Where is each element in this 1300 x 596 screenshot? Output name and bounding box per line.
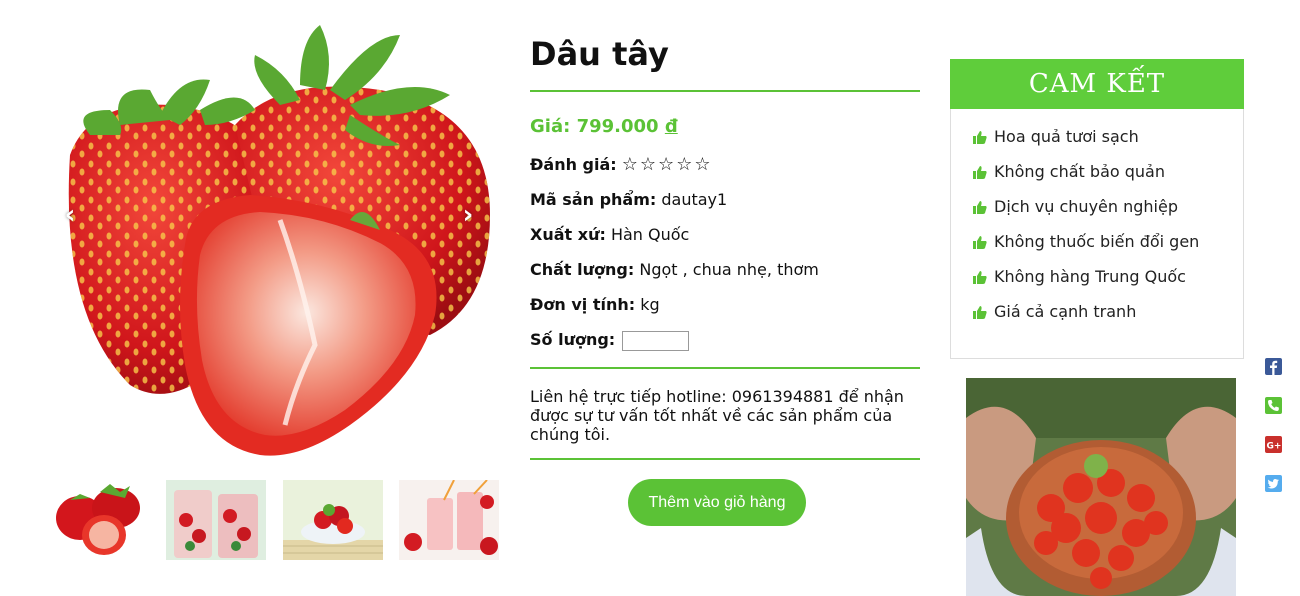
thumbs-up-icon bbox=[973, 166, 987, 179]
carousel-next-button[interactable]: › bbox=[453, 200, 483, 230]
thumbnail-strawberry-drink-cups[interactable] bbox=[166, 480, 266, 560]
commitment-text: Dịch vụ chuyên nghiệp bbox=[994, 197, 1178, 216]
unit-label: Đơn vị tính: bbox=[530, 295, 636, 314]
price-value: 799.000 bbox=[576, 116, 659, 137]
commitment-text: Không thuốc biến đổi gen bbox=[994, 232, 1200, 251]
rating-stars[interactable]: ☆☆☆☆☆ bbox=[622, 154, 713, 175]
quantity-label: Số lượng: bbox=[530, 330, 616, 349]
price-currency: đ bbox=[664, 116, 678, 137]
commitment-text: Giá cả cạnh tranh bbox=[994, 302, 1137, 321]
divider bbox=[530, 90, 920, 92]
origin-value: Hàn Quốc bbox=[610, 225, 690, 244]
phone-icon[interactable] bbox=[1265, 397, 1282, 414]
commitment-text: Không hàng Trung Quốc bbox=[994, 267, 1186, 286]
contact-text: Liên hệ trực tiếp hotline: 0961394881 để… bbox=[530, 387, 904, 444]
commitment-list: Hoa quả tươi sạch Không chất bảo quản Dị… bbox=[951, 109, 1243, 337]
thumbs-up-icon bbox=[973, 306, 987, 319]
strawberry-image bbox=[50, 15, 500, 465]
commitment-box: CAM KẾT Hoa quả tươi sạch Không chất bảo… bbox=[950, 59, 1244, 359]
unit-value: kg bbox=[640, 295, 660, 314]
facebook-icon[interactable] bbox=[1265, 358, 1282, 375]
commitment-text: Không chất bảo quản bbox=[994, 162, 1165, 181]
carousel-prev-button[interactable]: ‹ bbox=[55, 200, 85, 230]
tomato-bowl-image bbox=[966, 378, 1236, 596]
thumbnail-strawberry-smoothie[interactable] bbox=[399, 480, 499, 560]
sku-label: Mã sản phẩm: bbox=[530, 190, 657, 209]
quality-row: Chất lượng: Ngọt , chua nhẹ, thơm bbox=[530, 259, 920, 281]
rating-row: Đánh giá: ☆☆☆☆☆ bbox=[530, 154, 920, 176]
add-to-cart-button[interactable]: Thêm vào giỏ hàng bbox=[628, 479, 806, 526]
list-item: Không thuốc biến đổi gen bbox=[973, 232, 1243, 267]
thumbs-up-icon bbox=[973, 131, 987, 144]
thumbnail-strip bbox=[50, 480, 500, 560]
commitment-title: CAM KẾT bbox=[950, 59, 1244, 109]
tomato-bowl-banner[interactable] bbox=[966, 378, 1236, 596]
twitter-icon[interactable] bbox=[1265, 475, 1282, 492]
sku-value: dautay1 bbox=[661, 190, 728, 209]
google-plus-icon[interactable]: G+ bbox=[1265, 436, 1282, 453]
divider bbox=[530, 458, 920, 460]
thumbnail-strawberry-halves[interactable] bbox=[50, 480, 150, 560]
origin-row: Xuất xứ: Hàn Quốc bbox=[530, 224, 920, 246]
product-info: Dâu tây Giá: 799.000 đ Đánh giá: ☆☆☆☆☆ M… bbox=[530, 30, 920, 460]
product-price: Giá: 799.000 đ bbox=[530, 116, 920, 138]
quantity-input[interactable] bbox=[622, 330, 690, 351]
origin-label: Xuất xứ: bbox=[530, 225, 606, 244]
svg-text:G+: G+ bbox=[1267, 442, 1282, 452]
product-title: Dâu tây bbox=[530, 35, 669, 73]
main-product-image: ‹ › bbox=[50, 15, 500, 465]
thumbs-up-icon bbox=[973, 236, 987, 249]
list-item: Không chất bảo quản bbox=[973, 162, 1243, 197]
unit-row: Đơn vị tính: kg bbox=[530, 294, 920, 316]
price-label: Giá: bbox=[530, 116, 571, 137]
quality-value: Ngọt , chua nhẹ, thơm bbox=[639, 260, 819, 279]
commitment-text: Hoa quả tươi sạch bbox=[994, 127, 1139, 146]
thumbs-up-icon bbox=[973, 201, 987, 214]
divider bbox=[530, 367, 920, 369]
list-item: Hoa quả tươi sạch bbox=[973, 127, 1243, 162]
rating-label: Đánh giá: bbox=[530, 155, 617, 174]
sku-row: Mã sản phẩm: dautay1 bbox=[530, 189, 920, 211]
list-item: Dịch vụ chuyên nghiệp bbox=[973, 197, 1243, 232]
thumbs-up-icon bbox=[973, 271, 987, 284]
thumbnail-strawberry-bowl[interactable] bbox=[283, 480, 383, 560]
quantity-row: Số lượng: bbox=[530, 329, 920, 351]
quality-label: Chất lượng: bbox=[530, 260, 635, 279]
list-item: Không hàng Trung Quốc bbox=[973, 267, 1243, 302]
list-item: Giá cả cạnh tranh bbox=[973, 302, 1243, 337]
